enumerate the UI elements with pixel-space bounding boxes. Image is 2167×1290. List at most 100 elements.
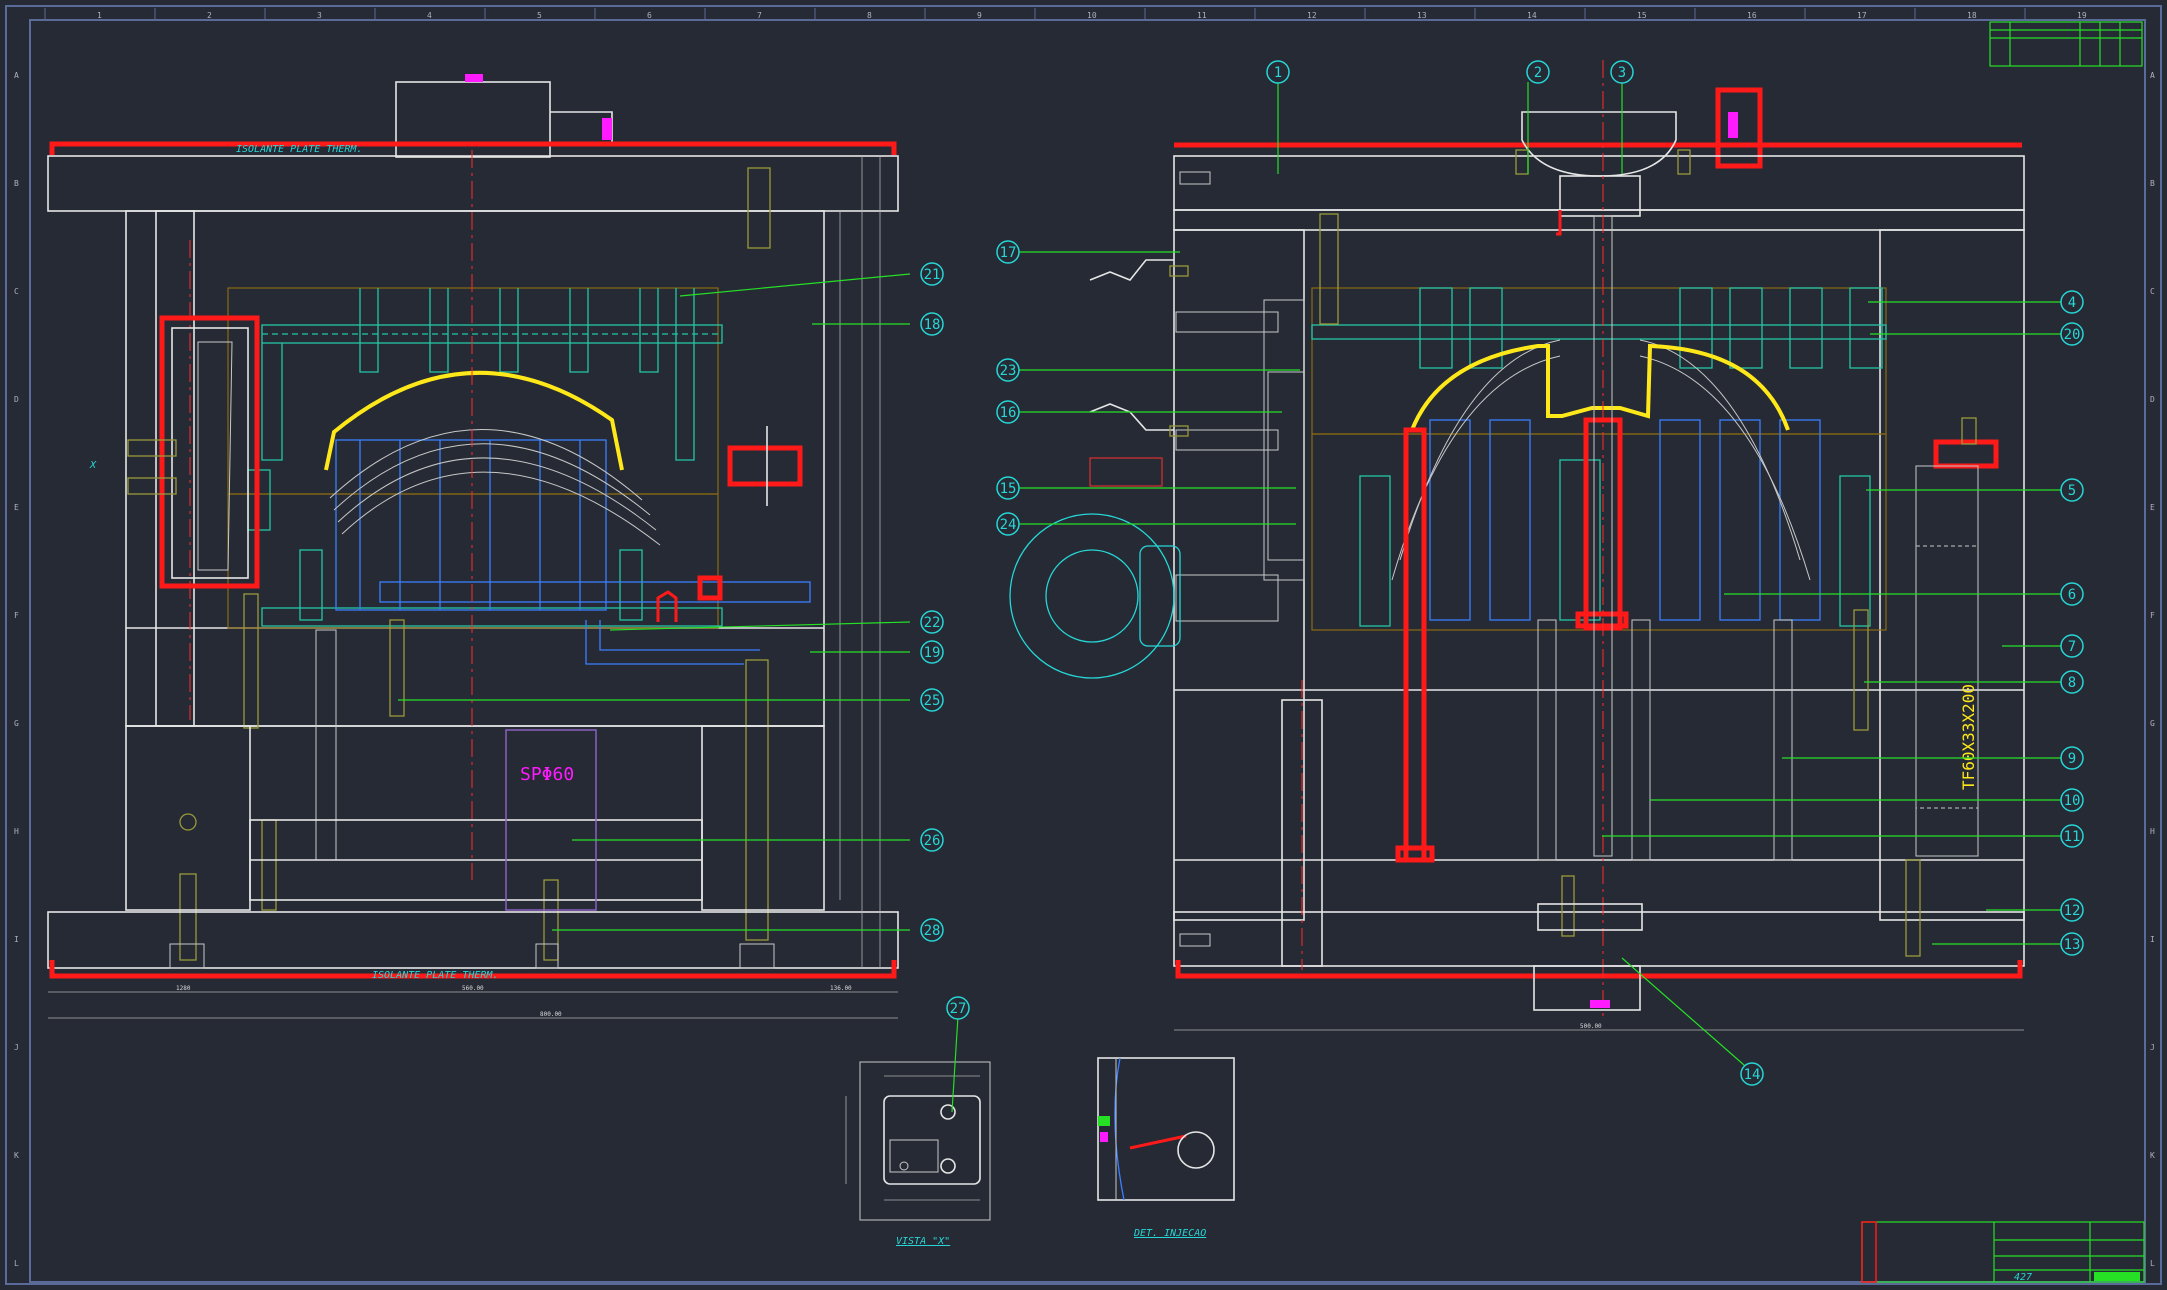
balloon-27: 27 — [946, 996, 970, 1020]
zone-letter: E — [2150, 503, 2155, 512]
x-marker: X — [89, 460, 97, 471]
zone-letter: L — [14, 1259, 19, 1268]
title-block: 427 — [1861, 1221, 2145, 1283]
zone-letter: C — [14, 287, 19, 296]
zone-number: 10 — [1087, 11, 1097, 20]
zone-letter: G — [2150, 719, 2155, 728]
cad-drawing: 1 2 3 4 5 6 7 8 9 10 11 12 13 14 15 16 17 18 19 A AB BC CD DE E… — [5, 5, 2162, 1285]
svg-text:11: 11 — [2064, 829, 2081, 845]
zone-letters-side: A A B B C C D D E E F F G G H H I I J J K K L L — [14, 71, 2155, 1268]
left-section-view: X SPΦ60 ISOLANTE PLATE THERM. ISOLANTE P… — [47, 74, 899, 1019]
balloon-16: 16 — [996, 400, 1020, 424]
balloon-21: 21 — [920, 262, 944, 286]
zone-letter: A — [2150, 71, 2155, 80]
right-section-view: TF60X33X200 500.00 — [1009, 60, 2025, 1031]
svg-text:23: 23 — [1000, 363, 1017, 379]
zone-numbers-top: 1 2 3 4 5 6 7 8 9 10 11 12 13 14 15 16 17 18 19 — [44, 8, 2087, 20]
zone-number: 6 — [647, 11, 652, 20]
zone-letter: J — [2150, 1043, 2155, 1052]
svg-text:26: 26 — [924, 833, 941, 849]
isolante-bottom-label: ISOLANTE PLATE THERM. — [372, 970, 498, 981]
svg-text:7: 7 — [2068, 639, 2076, 655]
zone-number: 13 — [1417, 11, 1427, 20]
zone-letter: F — [2150, 611, 2155, 620]
zone-letter: H — [2150, 827, 2155, 836]
balloon-8: 8 — [2060, 670, 2084, 694]
svg-text:3: 3 — [1618, 65, 1626, 81]
balloon-23: 23 — [996, 358, 1020, 382]
zone-letter: B — [2150, 179, 2155, 188]
leader-lines — [398, 82, 2072, 1113]
svg-text:21: 21 — [924, 267, 941, 283]
balloon-4: 4 — [2060, 290, 2084, 314]
balloon-9: 9 — [2060, 746, 2084, 770]
balloon-12: 12 — [2060, 898, 2084, 922]
tf-label: TF60X33X200 — [1959, 684, 1978, 790]
balloon-22: 22 — [920, 610, 944, 634]
balloon-18: 18 — [920, 312, 944, 336]
balloon-14: 14 — [1740, 1062, 1764, 1086]
zone-letter: G — [14, 719, 19, 728]
svg-text:12: 12 — [2064, 903, 2081, 919]
zone-letter: D — [2150, 395, 2155, 404]
balloon-15: 15 — [996, 476, 1020, 500]
svg-text:19: 19 — [924, 645, 941, 661]
zone-number: 3 — [317, 11, 322, 20]
svg-text:4: 4 — [2068, 295, 2076, 311]
svg-text:9: 9 — [2068, 751, 2076, 767]
svg-text:13: 13 — [2064, 937, 2081, 953]
zone-number: 7 — [757, 11, 762, 20]
zone-letter: A — [14, 71, 19, 80]
svg-text:1: 1 — [1274, 65, 1282, 81]
balloon-2: 2 — [1526, 60, 1550, 84]
vista-x-detail: VISTA "X" — [845, 1061, 991, 1247]
svg-text:8: 8 — [2068, 675, 2076, 691]
balloon-28: 28 — [920, 918, 944, 942]
svg-text:25: 25 — [924, 693, 941, 709]
balloon-10: 10 — [2060, 788, 2084, 812]
svg-text:28: 28 — [924, 923, 941, 939]
det-injecao-label: DET. INJECAO — [1133, 1228, 1206, 1239]
zone-number: 17 — [1857, 11, 1867, 20]
part-number: 427 — [2014, 1272, 2032, 1283]
zone-number: 16 — [1747, 11, 1757, 20]
zone-number: 14 — [1527, 11, 1537, 20]
revision-table — [1989, 21, 2143, 67]
dim-left: 1280 — [176, 985, 191, 992]
sheet-outer-border — [5, 5, 2162, 1285]
zone-number: 8 — [867, 11, 872, 20]
zone-number: 11 — [1197, 11, 1207, 20]
zone-letter: B — [14, 179, 19, 188]
zone-letter: L — [2150, 1259, 2155, 1268]
dim-total: 800.00 — [540, 1011, 562, 1018]
svg-text:5: 5 — [2068, 483, 2076, 499]
svg-text:17: 17 — [1000, 245, 1017, 261]
svg-text:27: 27 — [950, 1001, 967, 1017]
zone-number: 18 — [1967, 11, 1977, 20]
svg-text:24: 24 — [1000, 517, 1017, 533]
zone-letter: I — [2150, 935, 2155, 944]
zone-letter: J — [14, 1043, 19, 1052]
zone-number: 1 — [97, 11, 102, 20]
zone-number: 5 — [537, 11, 542, 20]
zone-letter: K — [2150, 1151, 2155, 1160]
balloon-17: 17 — [996, 240, 1020, 264]
balloon-7: 7 — [2060, 634, 2084, 658]
isolante-top-label: ISOLANTE PLATE THERM. — [236, 144, 362, 155]
item-balloons: 1 2 34567891011121314151617181920212223242… — [920, 60, 2084, 1086]
balloon-3: 3 — [1610, 60, 1634, 84]
zone-letter: C — [2150, 287, 2155, 296]
zone-letter: E — [14, 503, 19, 512]
balloon-13: 13 — [2060, 932, 2084, 956]
zone-number: 4 — [427, 11, 432, 20]
balloon-25: 25 — [920, 688, 944, 712]
balloon-6: 6 — [2060, 582, 2084, 606]
balloon-11: 11 — [2060, 824, 2084, 848]
balloon-5: 5 — [2060, 478, 2084, 502]
vista-x-label: VISTA "X" — [896, 1236, 950, 1247]
zone-letter: F — [14, 611, 19, 620]
balloon-20: 20 — [2060, 322, 2084, 346]
dim-right: 136.00 — [830, 985, 852, 992]
zone-letter: H — [14, 827, 19, 836]
sp60-label: SPΦ60 — [520, 764, 574, 785]
